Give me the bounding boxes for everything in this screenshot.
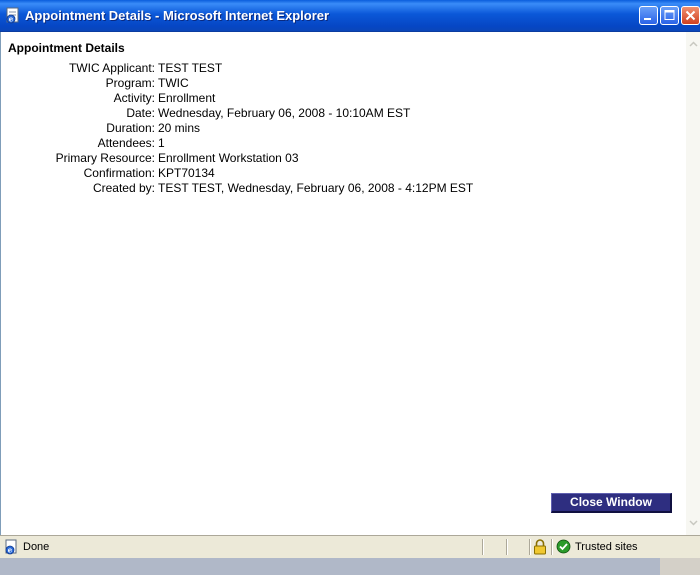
close-window-button[interactable]: Close Window: [551, 493, 672, 513]
status-divider: [551, 539, 552, 555]
maximize-icon: [664, 10, 675, 20]
detail-label: Activity:: [113, 91, 155, 105]
status-divider: [506, 539, 507, 555]
detail-label: Duration:: [106, 121, 155, 135]
scroll-down-icon[interactable]: [687, 516, 700, 529]
minimize-icon: [644, 18, 651, 20]
detail-value: Wednesday, February 06, 2008 - 10:10AM E…: [158, 106, 411, 120]
close-window-title-button[interactable]: [681, 6, 700, 25]
detail-value: 20 mins: [158, 121, 201, 135]
title-bar[interactable]: e Appointment Details - Microsoft Intern…: [0, 0, 700, 32]
detail-value: KPT70134: [158, 166, 215, 180]
window-title: Appointment Details - Microsoft Internet…: [25, 8, 330, 23]
status-text: Done: [23, 541, 50, 553]
taskbar-strip-inner: [0, 558, 660, 575]
detail-label: Program:: [105, 76, 155, 90]
svg-text:e: e: [9, 15, 14, 24]
security-zone-label: Trusted sites: [575, 541, 638, 553]
ie-window: e Appointment Details - Microsoft Intern…: [0, 0, 700, 575]
detail-value: TEST TEST, Wednesday, February 06, 2008 …: [158, 181, 474, 195]
svg-text:e: e: [8, 546, 13, 555]
status-divider: [529, 539, 530, 555]
status-divider: [482, 539, 483, 555]
detail-label: TWIC Applicant:: [68, 61, 155, 75]
minimize-button[interactable]: [639, 6, 658, 25]
status-bar: e Done Trusted sites: [0, 535, 700, 558]
detail-value: TWIC: [158, 76, 189, 90]
detail-value: Enrollment: [158, 91, 216, 105]
vertical-scrollbar[interactable]: [686, 32, 700, 535]
detail-value: Enrollment Workstation 03: [158, 151, 299, 165]
scroll-up-icon[interactable]: [687, 38, 700, 51]
maximize-button[interactable]: [660, 6, 679, 25]
detail-label: Created by:: [92, 181, 155, 195]
detail-label: Primary Resource:: [55, 151, 155, 165]
lock-icon: [533, 539, 547, 555]
detail-label: Date:: [126, 106, 155, 120]
detail-value: TEST TEST: [158, 61, 223, 75]
close-icon: [685, 10, 696, 21]
ie-page-icon: e: [4, 539, 20, 555]
page-content: Appointment Details TWIC Applicant: TEST…: [0, 32, 686, 535]
detail-label: Attendees:: [97, 136, 155, 150]
page-heading: Appointment Details: [8, 41, 125, 55]
taskbar-strip: [0, 558, 700, 575]
ie-page-icon: e: [5, 7, 21, 24]
detail-value: 1: [158, 136, 165, 150]
trusted-zone-check-icon: [556, 539, 571, 554]
detail-label: Confirmation:: [83, 166, 155, 180]
